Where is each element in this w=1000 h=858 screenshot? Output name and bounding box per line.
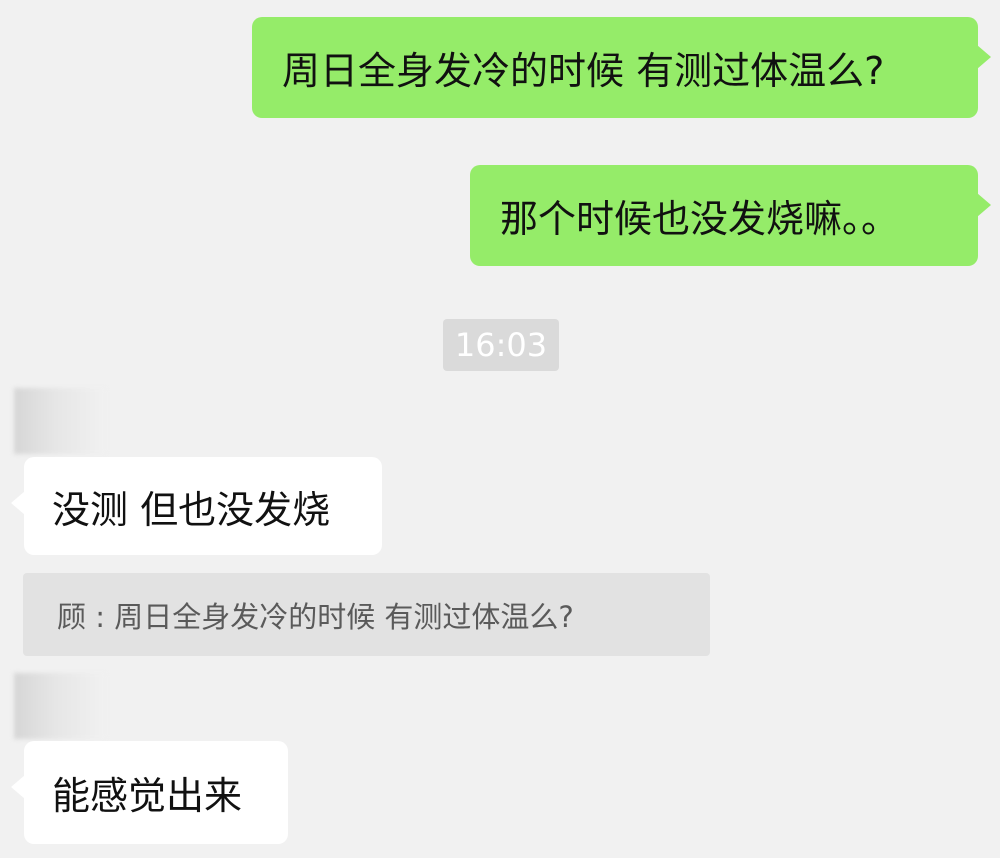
bubble-tail	[11, 491, 25, 515]
outgoing-message-bubble[interactable]: 那个时候也没发烧嘛。。	[470, 165, 991, 266]
message-text: 能感觉出来	[52, 774, 243, 818]
quoted-reply[interactable]: 顾 : 周日全身发冷的时候 有测过体温么?	[23, 573, 710, 656]
incoming-message-bubble[interactable]: 能感觉出来	[11, 741, 288, 844]
quoted-text: 顾 : 周日全身发冷的时候 有测过体温么?	[57, 599, 574, 634]
contact-avatar[interactable]	[14, 673, 106, 739]
message-text: 周日全身发冷的时候 有测过体温么?	[282, 49, 885, 93]
contact-avatar[interactable]	[14, 388, 106, 454]
outgoing-message-bubble[interactable]: 周日全身发冷的时候 有测过体温么?	[252, 17, 991, 118]
message-timestamp: 16:03	[443, 319, 559, 371]
incoming-message-bubble[interactable]: 没测 但也没发烧	[11, 457, 382, 555]
bubble-tail	[11, 775, 25, 799]
bubble-tail	[977, 193, 991, 217]
message-text: 没测 但也没发烧	[52, 487, 331, 532]
message-text: 那个时候也没发烧嘛。。	[500, 197, 900, 241]
bubble-tail	[977, 45, 991, 69]
